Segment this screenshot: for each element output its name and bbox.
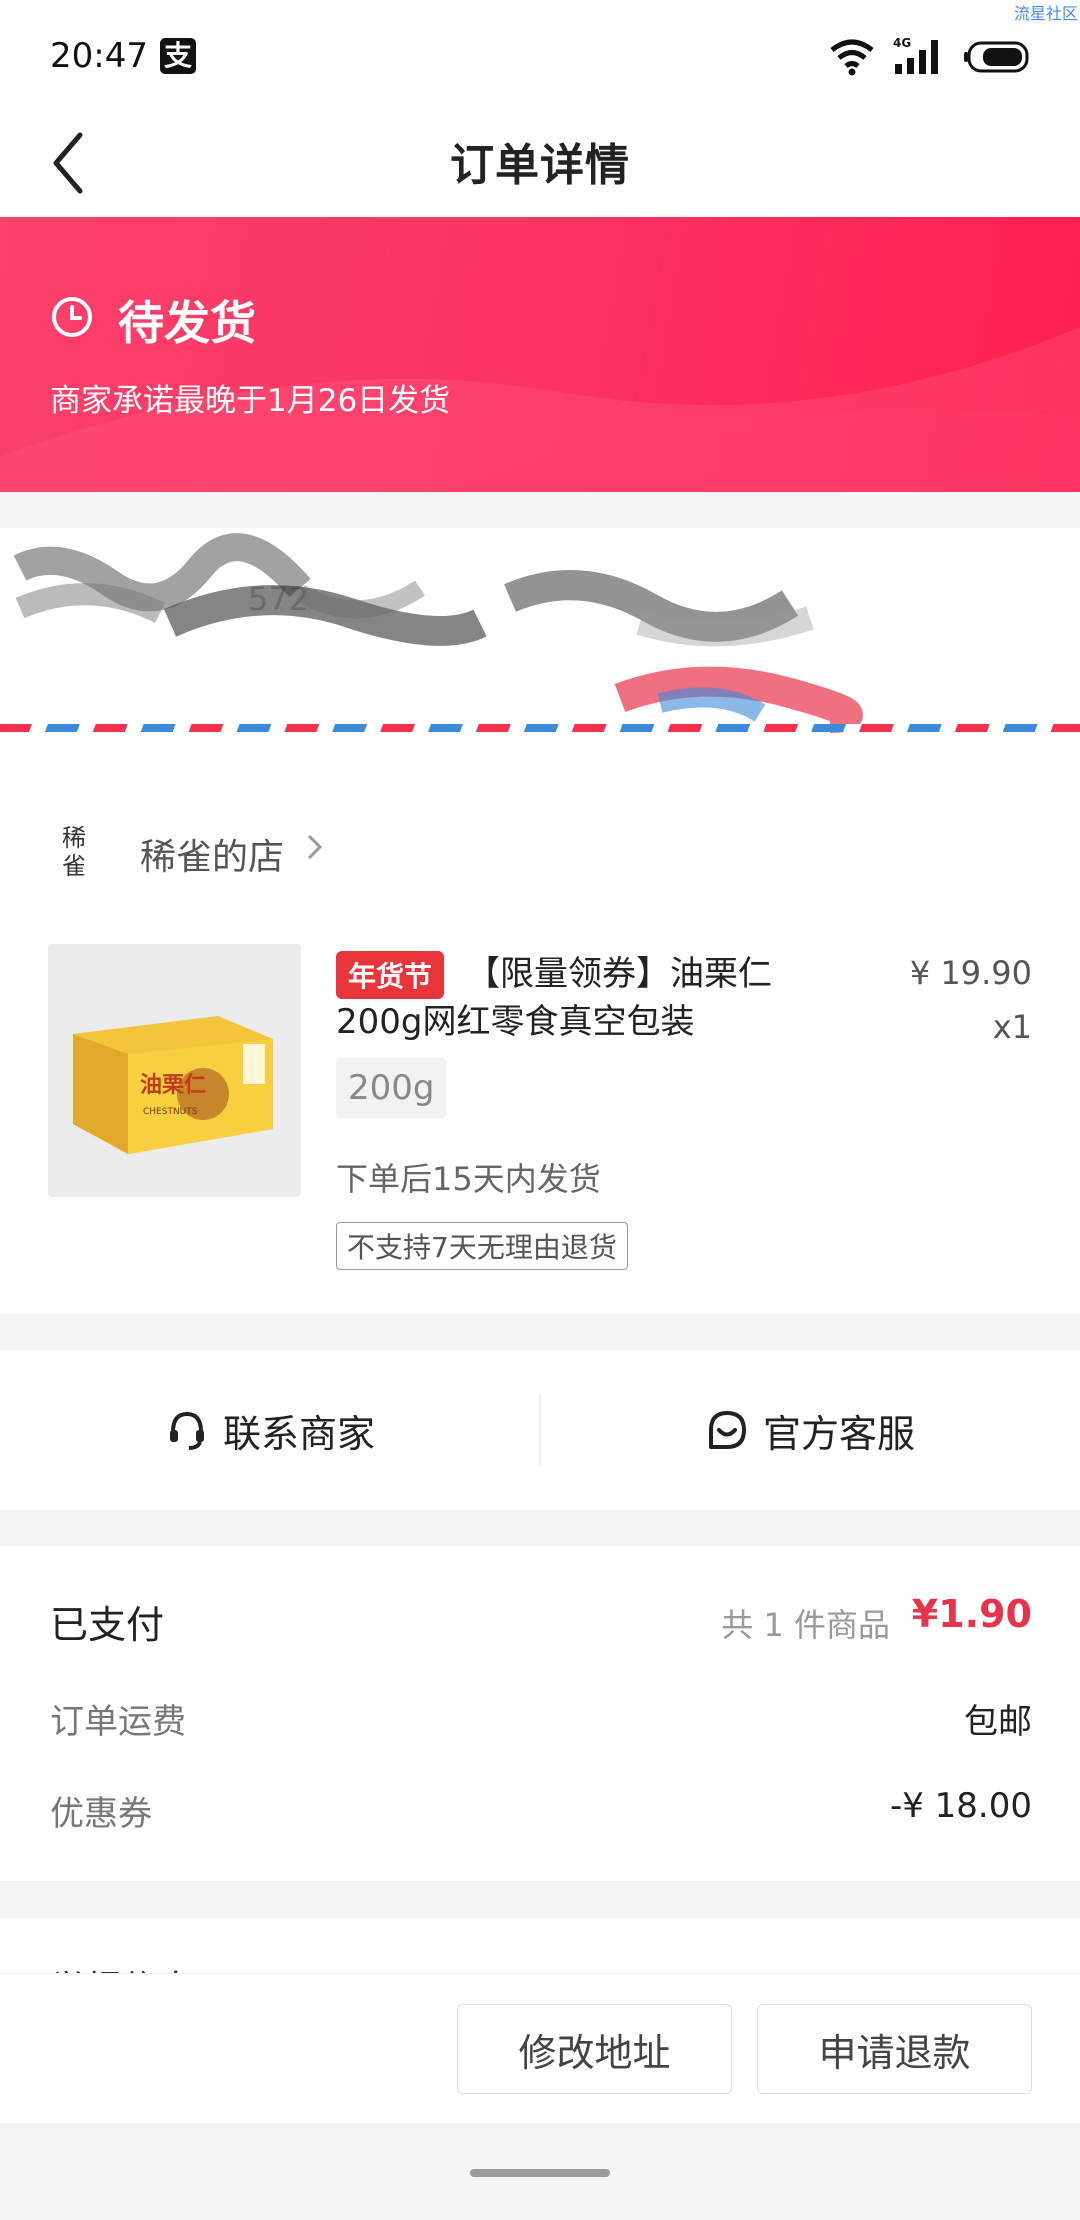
shipping-fee-label: 订单运费 [50, 1702, 186, 1742]
payment-summary-card: 已支付 共 1 件商品 ¥1.90 订单运费 包邮 优惠券 -¥ 18.00 [0, 1546, 1080, 1881]
banner-wave-decoration [0, 327, 1080, 492]
chevron-right-icon[interactable] [305, 832, 325, 862]
contact-merchant-label: 联系商家 [222, 1411, 375, 1456]
coupon-value: -¥ 18.00 [889, 1786, 1032, 1826]
thumb-label: 油栗仁 [140, 1072, 206, 1098]
paid-label: 已支付 [50, 1603, 165, 1647]
product-thumbnail[interactable]: 油栗仁 CHESTNUTS [48, 944, 301, 1197]
shipping-fee-value: 包邮 [964, 1702, 1032, 1742]
order-status-subtitle: 商家承诺最晚于1月26日发货 [50, 383, 451, 419]
paid-amount: ¥1.90 [911, 1592, 1032, 1636]
order-status-title: 待发货 [118, 296, 256, 350]
official-service-button[interactable]: 官方客服 [540, 1350, 1080, 1510]
product-tag-badge: 年货节 [336, 951, 445, 999]
contact-merchant-button[interactable]: 联系商家 [0, 1350, 540, 1510]
coupon-label: 优惠券 [50, 1794, 152, 1834]
return-policy-badge: 不支持7天无理由退货 [336, 1222, 628, 1270]
modify-address-button[interactable]: 修改地址 [457, 2004, 732, 2094]
headset-icon [169, 1411, 204, 1450]
thumb-sub: CHESTNUTS [143, 1107, 198, 1117]
product-price: ¥ 19.90 [909, 954, 1032, 992]
status-bar: 20:47 支 流星社区 4G [0, 0, 1080, 115]
home-indicator[interactable] [470, 2169, 610, 2177]
contact-bar: 联系商家 官方客服 [0, 1350, 1080, 1510]
clock-icon [52, 297, 92, 337]
nav-bar: 订单详情 [0, 115, 1080, 217]
wifi-icon [830, 39, 874, 76]
product-box-illustration: 油栗仁 CHESTNUTS [73, 1016, 273, 1154]
product-spec: 200g [336, 1058, 447, 1118]
airmail-border [0, 724, 1080, 732]
official-service-label: 官方客服 [762, 1411, 915, 1456]
battery-icon [964, 41, 1029, 73]
request-refund-button[interactable]: 申请退款 [757, 2004, 1032, 2094]
smile-chat-icon [708, 1411, 746, 1449]
watermark: 流星社区 [1013, 4, 1078, 23]
gesture-area [0, 2123, 1080, 2220]
shipping-note: 下单后15天内发货 [336, 1160, 601, 1198]
product-quantity: x1 [992, 1008, 1032, 1046]
network-label: 4G [893, 36, 911, 50]
signal-icon: 4G [893, 36, 938, 74]
shop-name[interactable]: 稀雀的店 [140, 828, 284, 880]
status-time: 20:47 [50, 36, 148, 76]
order-status-banner: 待发货 商家承诺最晚于1月26日发货 [0, 217, 1080, 492]
bottom-action-bar: 修改地址 申请退款 [0, 1973, 1080, 2124]
address-card[interactable]: 572 [0, 528, 1080, 764]
product-card: 稀 雀 稀雀的店 油栗仁 CHESTNUTS 【限量领券】油栗仁200g网红零食… [0, 764, 1080, 1314]
page-title: 订单详情 [450, 140, 630, 191]
shop-logo[interactable]: 稀 雀 [62, 824, 106, 888]
alipay-icon: 支 [160, 38, 196, 74]
item-count: 共 1 件商品 [721, 1606, 890, 1644]
